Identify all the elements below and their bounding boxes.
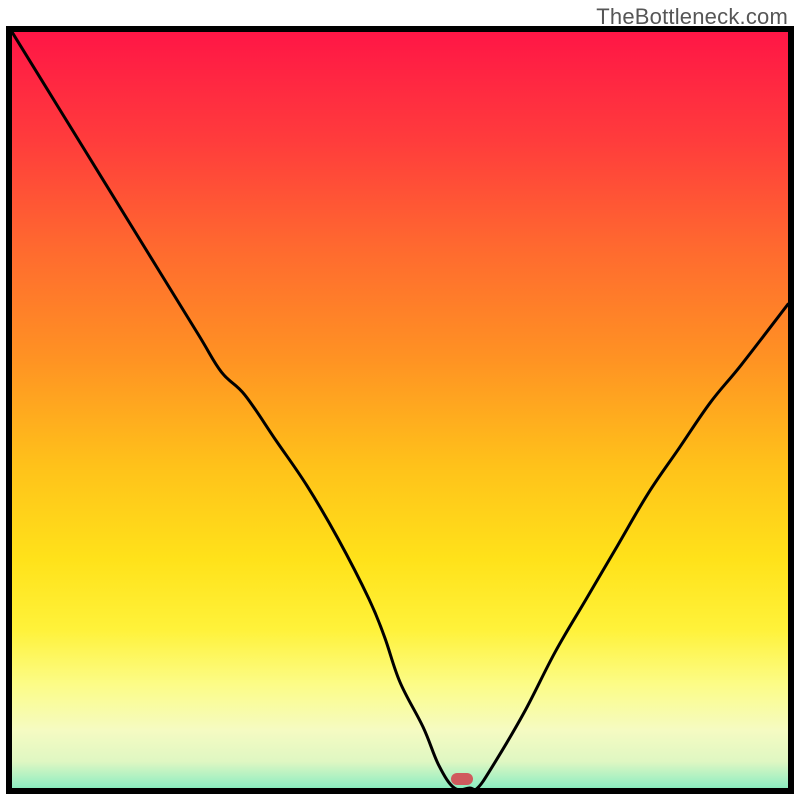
optimal-point-marker <box>451 773 473 785</box>
bottleneck-curve <box>12 32 788 788</box>
chart-frame: TheBottleneck.com <box>0 0 800 800</box>
watermark-text: TheBottleneck.com <box>596 4 788 30</box>
plot-area <box>6 26 794 794</box>
